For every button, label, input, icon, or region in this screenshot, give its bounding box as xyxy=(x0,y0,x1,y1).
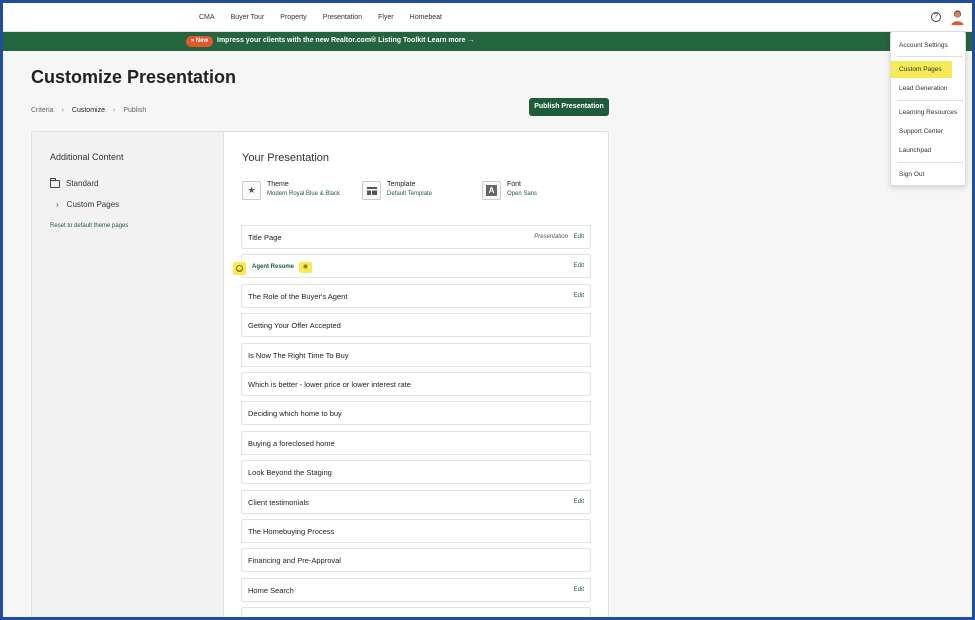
presentation-page-row[interactable]: Deciding which home to buy xyxy=(241,401,591,426)
top-navigation: CMA Buyer Tour Property Presentation Flyer Ho… xyxy=(3,3,972,32)
breadcrumb: Criteria › Customize › Publish xyxy=(31,107,146,114)
edit-link[interactable]: Edit xyxy=(574,293,584,299)
presentation-area: Your Presentation ★ Theme Modern Royal B… xyxy=(225,132,609,617)
font-icon: A xyxy=(482,181,501,200)
reset-theme-pages-link[interactable]: Reset to default theme pages xyxy=(50,223,128,229)
announcement-banner: » New Impress your clients with the new … xyxy=(3,32,972,51)
presentation-page-row[interactable]: Financing and Pre-Approval xyxy=(241,548,591,573)
template-icon xyxy=(362,181,381,200)
edit-link[interactable]: Edit xyxy=(574,263,584,269)
nav-link-buyer-tour[interactable]: Buyer Tour xyxy=(231,14,265,21)
sidebar-item-standard[interactable]: Standard xyxy=(50,177,99,188)
eye-icon[interactable]: ◉ xyxy=(299,262,312,274)
theme-setting[interactable]: ★ Theme Modern Royal Blue & Black xyxy=(242,181,340,200)
presentation-pages-list: Title Page Presentation Edit ‿ ◉ Agent Resume… xyxy=(233,225,591,617)
breadcrumb-customize[interactable]: Customize xyxy=(72,107,105,114)
chevron-right-icon: › xyxy=(56,200,59,209)
nav-links: CMA Buyer Tour Property Presentation Flyer Ho… xyxy=(199,3,458,32)
app-window: CMA Buyer Tour Property Presentation Flyer Ho… xyxy=(3,3,972,617)
folder-icon xyxy=(50,177,60,188)
new-badge: » New xyxy=(186,36,213,47)
setting-label: Font xyxy=(507,181,522,188)
presentation-page-row[interactable] xyxy=(241,607,591,617)
avatar[interactable] xyxy=(950,9,965,25)
sidebar-heading: Additional Content xyxy=(50,152,124,162)
setting-value[interactable]: Modern Royal Blue & Black xyxy=(267,191,340,197)
nav-link-homebeat[interactable]: Homebeat xyxy=(410,14,442,21)
presentation-page-row[interactable]: Title Page Presentation Edit xyxy=(241,225,591,249)
page-row-title: Which is better - lower price or lower i… xyxy=(248,379,411,389)
learn-more-link[interactable]: Learn more → xyxy=(427,37,474,44)
page-row-tag: Presentation xyxy=(534,234,568,240)
page-row-title: Deciding which home to buy xyxy=(248,409,342,419)
page-row-title: Title Page xyxy=(248,233,282,242)
customize-panel: Additional Content Standard › Custom Pag… xyxy=(31,131,609,617)
menu-item-custom-pages[interactable]: Custom Pages xyxy=(899,66,942,73)
menu-divider xyxy=(897,162,963,163)
edit-link[interactable]: Edit xyxy=(574,587,584,593)
chevron-right-icon: › xyxy=(61,107,64,114)
presentation-page-row[interactable]: Client testimonials Edit xyxy=(241,489,591,514)
menu-item-account-settings[interactable]: Account Settings xyxy=(899,42,948,49)
presentation-page-row[interactable]: The Role of the Buyer's Agent Edit xyxy=(241,283,591,308)
page-row-title: The Homebuying Process xyxy=(248,526,335,536)
menu-item-lead-generation[interactable]: Lead Generation xyxy=(899,85,947,92)
additional-content-sidebar: Additional Content Standard › Custom Pag… xyxy=(32,132,224,617)
presentation-page-row[interactable]: Buying a foreclosed home xyxy=(241,430,591,455)
page-row-title: The Role of the Buyer's Agent xyxy=(248,291,348,301)
presentation-page-row[interactable]: Is Now The Right Time To Buy xyxy=(241,342,591,367)
sidebar-item-custom-pages[interactable]: › Custom Pages xyxy=(56,200,119,209)
publish-presentation-button[interactable]: Publish Presentation xyxy=(529,98,609,116)
font-setting[interactable]: A Font Open Sans xyxy=(482,181,537,200)
setting-label: Theme xyxy=(267,181,289,188)
page-row-title: Financing and Pre-Approval xyxy=(248,556,341,566)
page-row-title: Buying a foreclosed home xyxy=(248,438,335,448)
setting-label: Template xyxy=(387,181,416,188)
page-row-title: Client testimonials xyxy=(248,497,309,507)
menu-item-learning-resources[interactable]: Learning Resources xyxy=(899,109,957,116)
breadcrumb-publish[interactable]: Publish xyxy=(123,107,146,114)
presentation-page-row[interactable]: Home Search Edit xyxy=(241,577,591,602)
menu-item-sign-out[interactable]: Sign Out xyxy=(899,171,924,178)
presentation-page-row[interactable]: Getting Your Offer Accepted xyxy=(241,313,591,338)
presentation-heading: Your Presentation xyxy=(242,152,330,164)
setting-value[interactable]: Default Template xyxy=(387,191,432,197)
presentation-page-row[interactable]: Which is better - lower price or lower i… xyxy=(241,371,591,396)
page-title: Customize Presentation xyxy=(31,67,237,87)
smile-icon[interactable]: ‿ xyxy=(233,262,246,276)
account-menu: Account Settings Custom Pages Lead Gener… xyxy=(890,31,966,186)
presentation-page-row[interactable]: Look Beyond the Staging xyxy=(241,460,591,485)
nav-link-property[interactable]: Property xyxy=(280,14,306,21)
nav-link-presentation[interactable]: Presentation xyxy=(323,14,362,21)
breadcrumb-criteria[interactable]: Criteria xyxy=(31,107,54,114)
page-row-title: Getting Your Offer Accepted xyxy=(248,321,341,331)
nav-link-flyer[interactable]: Flyer xyxy=(378,14,394,21)
template-setting[interactable]: Template Default Template xyxy=(362,181,432,200)
page-row-title: Is Now The Right Time To Buy xyxy=(248,350,349,360)
chevron-right-icon: › xyxy=(112,107,116,114)
sidebar-item-label: Standard xyxy=(66,179,99,188)
menu-item-launchpad[interactable]: Launchpad xyxy=(899,147,931,154)
menu-item-support-center[interactable]: Support Center xyxy=(899,128,943,135)
setting-value[interactable]: Open Sans xyxy=(507,191,537,197)
menu-divider xyxy=(897,100,963,101)
page-row-title: Agent Resume xyxy=(252,264,295,271)
banner-text: Impress your clients with the new Realto… xyxy=(217,37,426,44)
star-icon: ★ xyxy=(242,181,261,200)
menu-divider xyxy=(897,56,963,57)
page-row-title: Look Beyond the Staging xyxy=(248,468,332,478)
edit-link[interactable]: Edit xyxy=(574,234,584,240)
help-icon[interactable]: ? xyxy=(931,12,941,22)
sidebar-item-label: Custom Pages xyxy=(66,200,120,209)
page-row-title: Home Search xyxy=(248,585,294,595)
nav-link-cma[interactable]: CMA xyxy=(199,14,215,21)
presentation-page-row[interactable]: ‿ ◉ Agent Resume Edit xyxy=(233,254,591,279)
presentation-page-row[interactable]: The Homebuying Process xyxy=(241,518,591,543)
edit-link[interactable]: Edit xyxy=(574,499,584,505)
